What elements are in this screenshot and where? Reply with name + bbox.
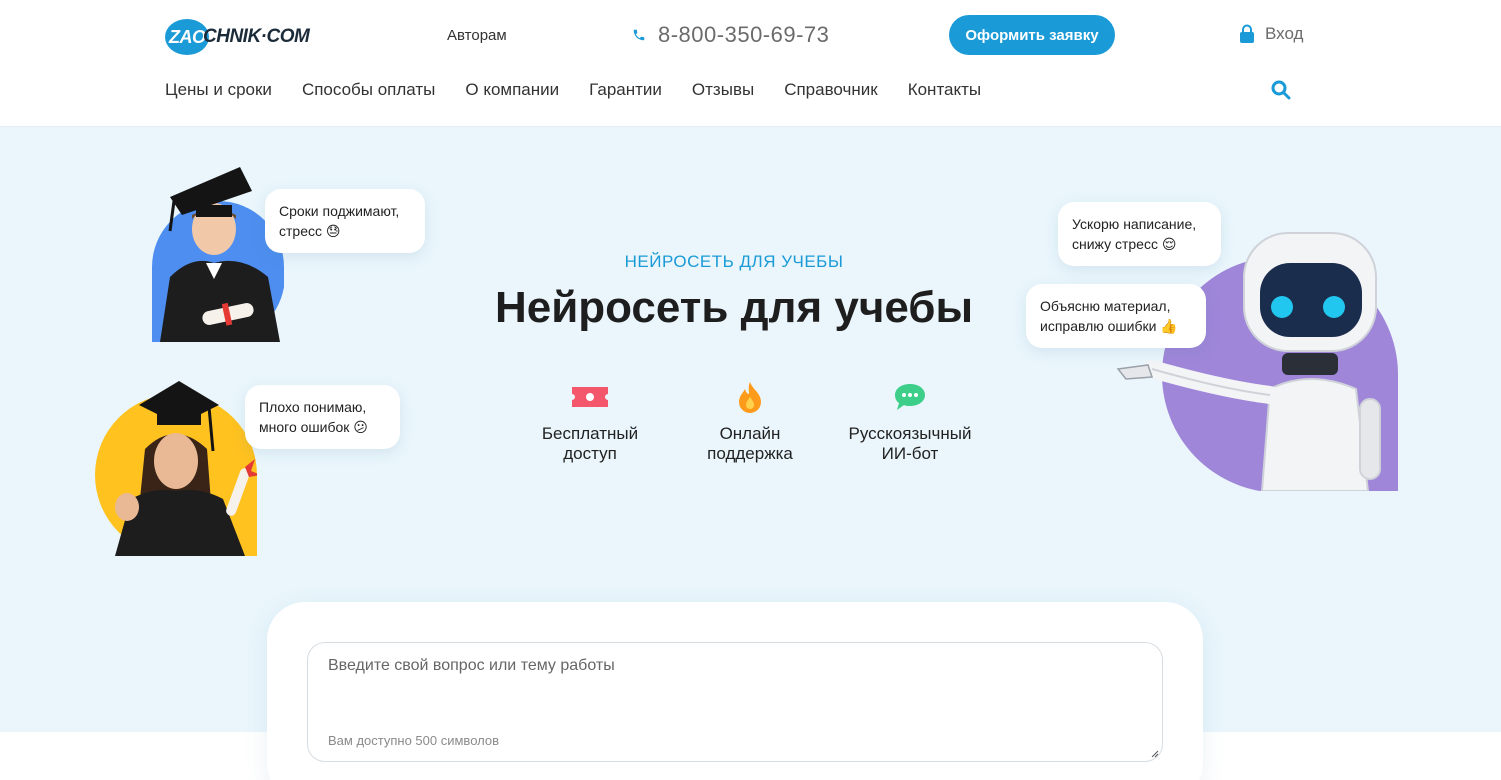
speech-bubble-robot-1: Ускорю написание, снижу стресс 😌 [1058, 202, 1221, 266]
speech-bubble-male: Сроки поджимают, стресс 😓 [265, 189, 425, 253]
nav-item-contacts[interactable]: Контакты [908, 80, 981, 100]
chat-icon [895, 384, 925, 410]
nav-item-reviews[interactable]: Отзывы [692, 80, 754, 100]
order-button[interactable]: Оформить заявку [949, 15, 1115, 55]
speech-bubble-robot-2: Объясню материал, исправлю ошибки 👍 [1026, 284, 1206, 348]
nav-item-about[interactable]: О компании [465, 80, 559, 100]
question-field-wrap: Вам доступно 500 символов [307, 642, 1163, 762]
question-input[interactable] [308, 643, 1162, 723]
phone-icon [633, 29, 645, 41]
nav-item-prices[interactable]: Цены и сроки [165, 80, 272, 100]
search-icon[interactable] [1271, 80, 1291, 100]
female-student-avatar [95, 379, 257, 556]
feature-online-support: Онлайн поддержка [670, 380, 830, 464]
phone-number: 8-800-350-69-73 [658, 22, 830, 47]
speech-bubble-female: Плохо понимаю, много ошибок 😕 [245, 385, 400, 449]
site-header: ZAO CHNIK·COM Авторам 8-800-350-69-73 Оф… [0, 0, 1501, 127]
feature-russian-bot: Русскоязычный ИИ-бот [830, 380, 990, 464]
nav-item-payment[interactable]: Способы оплаты [302, 80, 435, 100]
login-link[interactable]: Вход [1239, 24, 1303, 44]
resize-handle-icon[interactable] [1151, 750, 1159, 758]
main-nav: Цены и сроки Способы оплаты О компании Г… [165, 80, 981, 100]
question-card: Вам доступно 500 символов [267, 602, 1203, 780]
ticket-icon [572, 387, 608, 407]
phone-block[interactable]: 8-800-350-69-73 [632, 22, 829, 48]
logo[interactable]: ZAO CHNIK·COM [165, 19, 310, 55]
authors-link[interactable]: Авторам [447, 27, 507, 44]
flame-icon [739, 382, 761, 413]
feature-list: Бесплатный доступ Онлайн поддержка Русск… [510, 380, 990, 464]
nav-item-guarantees[interactable]: Гарантии [589, 80, 662, 100]
char-counter: Вам доступно 500 символов [328, 733, 499, 748]
login-label: Вход [1265, 24, 1304, 43]
feature-free-access: Бесплатный доступ [510, 380, 670, 464]
nav-item-reference[interactable]: Справочник [784, 80, 878, 100]
lock-icon [1240, 24, 1254, 43]
logo-text: CHNIK·COM [203, 26, 310, 47]
